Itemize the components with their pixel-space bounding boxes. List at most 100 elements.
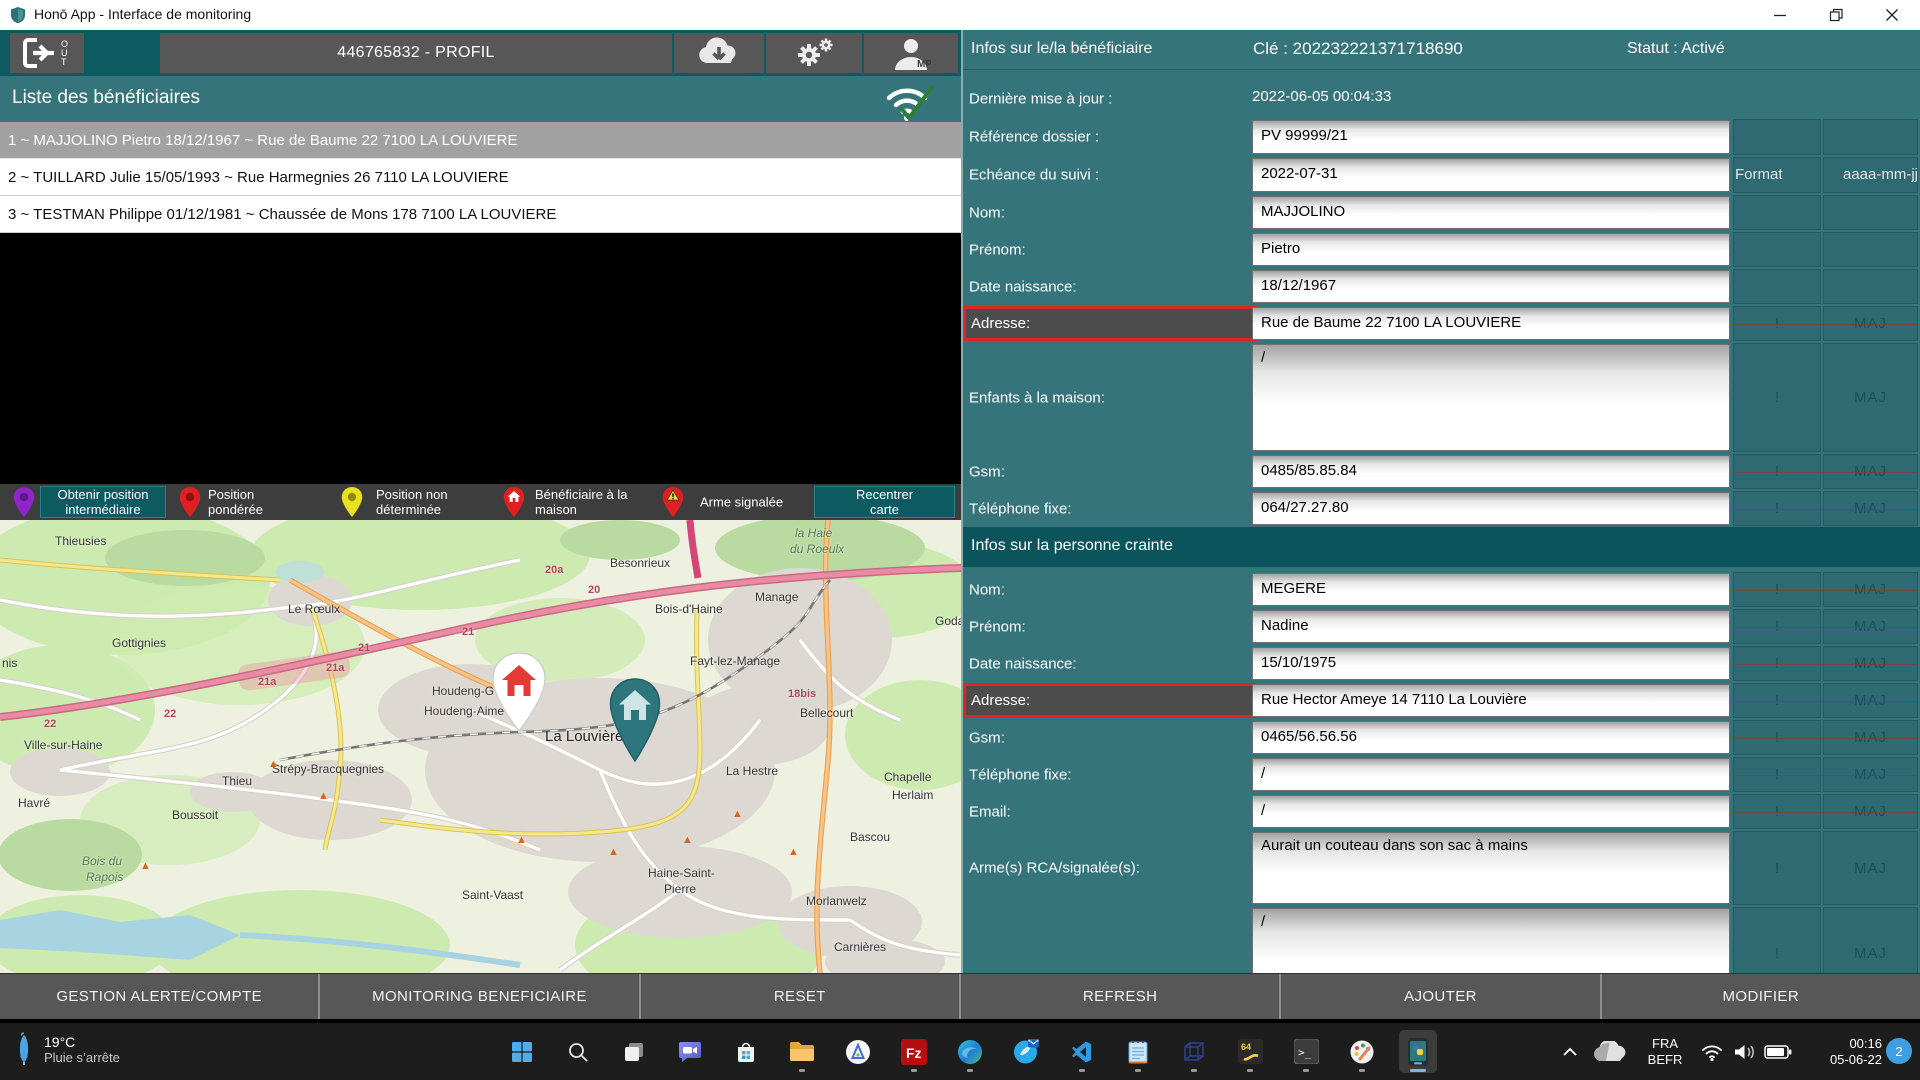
maj-button[interactable]: MAJ [1823, 757, 1918, 792]
alert-button[interactable]: ! [1733, 831, 1821, 905]
address-field[interactable]: Rue de Baume 22 7100 LA LOUVIERE [1252, 307, 1730, 340]
map-view[interactable]: Thieusies la Haie du Roeulx Besonrieux L… [0, 520, 961, 973]
maj-button[interactable]: MAJ [1823, 306, 1918, 341]
tray-chevron-button[interactable] [1560, 1023, 1580, 1080]
logout-button[interactable]: OUT [10, 33, 84, 73]
maj-button[interactable]: MAJ [1823, 646, 1918, 681]
maj-button[interactable]: MAJ [1823, 683, 1918, 718]
form-row-highlighted: Adresse: Rue Hector Ameye 14 7110 La Lou… [963, 682, 1920, 719]
get-intermediate-position-button[interactable]: Obtenir position intermédiaire [40, 486, 166, 518]
alert-button[interactable]: ! [1733, 794, 1821, 829]
edge-button[interactable] [951, 1030, 989, 1073]
minimize-button[interactable] [1752, 0, 1808, 30]
battery-tray-icon[interactable] [1764, 1023, 1792, 1080]
file-explorer-button[interactable] [783, 1030, 821, 1073]
alert-button[interactable]: ! [1733, 907, 1821, 973]
app-circle-button[interactable] [839, 1030, 877, 1073]
maj-button[interactable]: MAJ [1823, 609, 1918, 644]
poi-triangle-icon: ▲ [788, 846, 799, 858]
ajouter-button[interactable]: AJOUTER [1279, 974, 1599, 1019]
alert-button[interactable]: ! [1733, 609, 1821, 644]
maj-button[interactable]: MAJ [1823, 343, 1918, 452]
terminal-button[interactable]: >_ [1287, 1030, 1325, 1073]
children-field[interactable]: / [1252, 344, 1730, 451]
panel-title: Infos sur le/la bénéficiaire [971, 40, 1153, 57]
start-button[interactable] [503, 1030, 541, 1073]
home-location-marker[interactable] [489, 651, 549, 738]
field-label: Prénom: [969, 241, 1026, 258]
task-view-button[interactable] [615, 1030, 653, 1073]
language-indicator[interactable]: FRA BEFR [1642, 1023, 1688, 1080]
due-date-field[interactable]: 2022-07-31 [1252, 158, 1730, 192]
maj-button[interactable]: MAJ [1823, 491, 1918, 526]
recenter-map-button[interactable]: Recentrer carte [814, 486, 955, 518]
empty-cell [1823, 157, 1918, 193]
list-item[interactable]: 3 ~ TESTMAN Philippe 01/12/1981 ~ Chauss… [0, 196, 961, 233]
notepad-button[interactable] [1119, 1030, 1157, 1073]
feared-birthdate-field[interactable]: 15/10/1975 [1252, 647, 1730, 680]
filezilla-button[interactable]: Fz [895, 1030, 933, 1073]
alert-button[interactable]: ! [1733, 306, 1821, 341]
maj-button[interactable]: MAJ [1823, 454, 1918, 489]
vscode-button[interactable] [1063, 1030, 1101, 1073]
gestion-alerte-compte-button[interactable]: GESTION ALERTE/COMPTE [0, 974, 318, 1019]
form-row-highlighted: Adresse: Rue de Baume 22 7100 LA LOUVIER… [963, 305, 1920, 342]
reset-button[interactable]: RESET [638, 974, 959, 1019]
list-item[interactable]: 2 ~ TUILLARD Julie 15/05/1993 ~ Rue Harm… [0, 159, 961, 196]
feared-lastname-field[interactable]: MEGERE [1252, 573, 1730, 606]
feared-landline-field[interactable]: / [1252, 758, 1730, 791]
map-label: Le Rœulx [288, 602, 341, 616]
hono-app-taskbar-button[interactable] [1399, 1030, 1437, 1073]
wifi-tray-icon[interactable] [1700, 1023, 1724, 1080]
feared-gsm-field[interactable]: 0465/56.56.56 [1252, 721, 1730, 754]
monitoring-beneficiaire-button[interactable]: MONITORING BENEFICIAIRE [318, 974, 638, 1019]
notification-badge[interactable]: 2 [1886, 1038, 1912, 1064]
gsm-field[interactable]: 0485/85.85.84 [1252, 455, 1730, 488]
refresh-button[interactable]: REFRESH [958, 974, 1279, 1019]
lastname-field[interactable]: MAJJOLINO [1252, 196, 1730, 229]
alert-button[interactable]: ! [1733, 720, 1821, 755]
profile-bar[interactable]: 446765832 - PROFIL [160, 33, 672, 73]
paint-button[interactable] [1343, 1030, 1381, 1073]
birthdate-field[interactable]: 18/12/1967 [1252, 270, 1730, 303]
onedrive-icon[interactable] [1592, 1023, 1628, 1080]
chat-button[interactable] [671, 1030, 709, 1073]
landline-field[interactable]: 064/27.27.80 [1252, 492, 1730, 525]
maj-button[interactable]: MAJ [1823, 907, 1918, 973]
3d-viewer-button[interactable] [1175, 1030, 1213, 1073]
beneficiary-position-marker[interactable] [606, 677, 664, 768]
weather-widget[interactable]: 19°C Pluie s’arrête [14, 1031, 120, 1067]
maj-button[interactable]: MAJ [1823, 720, 1918, 755]
alert-button[interactable]: ! [1733, 646, 1821, 681]
x64-tool-button[interactable]: 64 [1231, 1030, 1269, 1073]
firstname-field[interactable]: Pietro [1252, 233, 1730, 266]
alert-button[interactable]: ! [1733, 454, 1821, 489]
weapons-field[interactable]: Aurait un couteau dans son sac à mains [1252, 832, 1730, 904]
feared-firstname-field[interactable]: Nadine [1252, 610, 1730, 643]
mail-app-button[interactable] [1007, 1030, 1045, 1073]
reference-field[interactable]: PV 99999/21 [1252, 120, 1730, 154]
download-button[interactable] [674, 33, 764, 73]
alert-button[interactable]: ! [1733, 757, 1821, 792]
restore-button[interactable] [1808, 0, 1864, 30]
search-button[interactable] [559, 1030, 597, 1073]
feared-email-field[interactable]: / [1252, 795, 1730, 828]
mp-user-button[interactable]: MP [864, 33, 958, 73]
list-item[interactable]: 1 ~ MAJJOLINO Pietro 18/12/1967 ~ Rue de… [0, 122, 961, 159]
close-button[interactable] [1864, 0, 1920, 30]
clock-widget[interactable]: 00:16 05-06-22 [1806, 1023, 1882, 1080]
maj-button[interactable]: MAJ [1823, 794, 1918, 829]
maj-button[interactable]: MAJ [1823, 831, 1918, 905]
alert-button[interactable]: ! [1733, 683, 1821, 718]
store-button[interactable] [727, 1030, 765, 1073]
alert-button[interactable]: ! [1733, 343, 1821, 452]
poi-triangle-icon: ▲ [140, 860, 151, 872]
alert-button[interactable]: ! [1733, 572, 1821, 607]
accomplices-field[interactable]: / [1252, 908, 1730, 973]
alert-button[interactable]: ! [1733, 491, 1821, 526]
modifier-button[interactable]: MODIFIER [1599, 974, 1920, 1019]
volume-tray-icon[interactable] [1732, 1023, 1758, 1080]
feared-address-field[interactable]: Rue Hector Ameye 14 7110 La Louvière [1252, 684, 1730, 717]
settings-button[interactable] [766, 33, 862, 73]
maj-button[interactable]: MAJ [1823, 572, 1918, 607]
